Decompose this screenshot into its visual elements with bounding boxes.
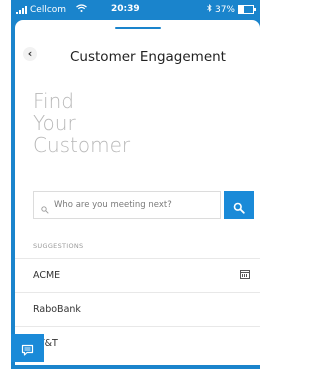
drag-handle[interactable] bbox=[115, 27, 161, 29]
status-time: 20:39 bbox=[111, 4, 140, 14]
wifi-icon bbox=[76, 4, 87, 15]
suggestion-label: RaboBank bbox=[33, 304, 81, 315]
chat-icon bbox=[21, 342, 34, 361]
search-placeholder: Who are you meeting next? bbox=[54, 200, 172, 210]
suggestion-item-acme[interactable]: ACME bbox=[15, 258, 260, 293]
signal-bars-icon bbox=[16, 5, 28, 14]
status-bar: Cellcom 20:39 37% bbox=[11, 0, 260, 18]
calendar-icon[interactable] bbox=[240, 270, 250, 279]
hero-line-1: Find bbox=[33, 89, 74, 113]
battery-icon bbox=[238, 5, 256, 14]
magnifier-icon bbox=[41, 199, 49, 214]
search-row: Who are you meeting next? bbox=[33, 191, 255, 221]
battery-percent: 37% bbox=[214, 4, 235, 15]
suggestion-item-att[interactable]: AT&T bbox=[15, 327, 260, 360]
search-button[interactable] bbox=[224, 191, 254, 219]
phone-frame: Cellcom 20:39 37% ‹ Customer Engagement … bbox=[11, 0, 260, 369]
page-title: Customer Engagement bbox=[70, 49, 226, 65]
carrier-name: Cellcom bbox=[30, 4, 67, 15]
hero-heading: Find Your Customer bbox=[33, 90, 130, 156]
search-input[interactable]: Who are you meeting next? bbox=[33, 191, 221, 219]
bottom-bar bbox=[11, 365, 260, 369]
bluetooth-icon bbox=[207, 4, 212, 15]
suggestion-label: ACME bbox=[33, 270, 61, 281]
search-icon bbox=[233, 199, 245, 218]
chat-button[interactable] bbox=[11, 334, 44, 362]
hero-line-2: Your bbox=[33, 111, 76, 135]
suggestions-list: ACME RaboBank AT&T bbox=[15, 258, 260, 360]
chevron-left-icon: ‹ bbox=[27, 47, 33, 60]
main-card: ‹ Customer Engagement Find Your Customer… bbox=[15, 20, 260, 369]
suggestions-header: SUGGESTIONS bbox=[33, 242, 84, 250]
back-button[interactable]: ‹ bbox=[23, 47, 37, 61]
hero-line-3: Customer bbox=[33, 133, 131, 157]
suggestion-item-rabobank[interactable]: RaboBank bbox=[15, 293, 260, 327]
